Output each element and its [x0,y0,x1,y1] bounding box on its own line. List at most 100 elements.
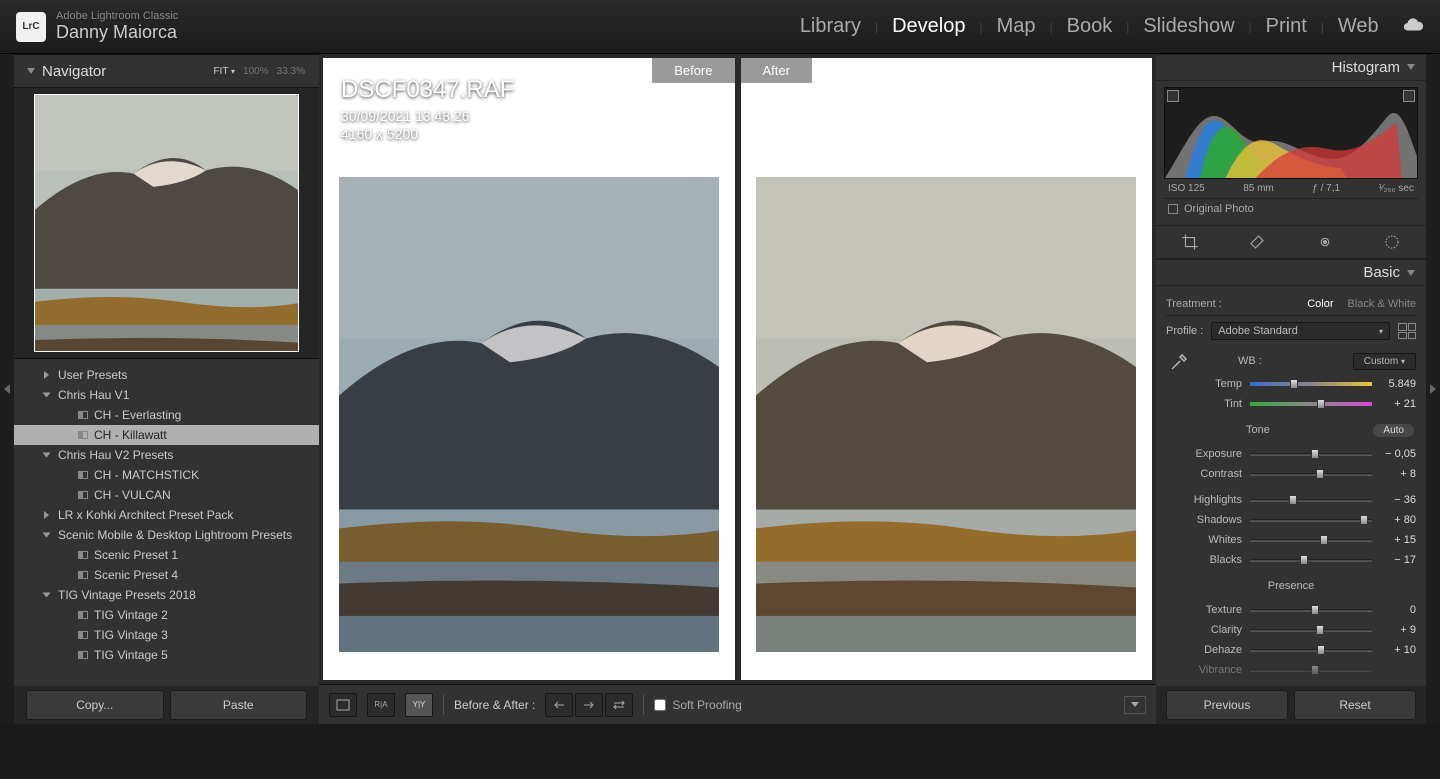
module-print[interactable]: Print [1266,15,1307,38]
module-map[interactable]: Map [997,15,1036,38]
previous-button[interactable]: Previous [1166,690,1288,720]
preset-item[interactable]: CH - MATCHSTICK [14,465,319,485]
ref-a-button[interactable]: R|A [367,693,395,717]
left-panel-buttons: Copy... Paste [14,686,319,724]
section-label: ToneAuto [1166,420,1416,440]
compare-view: Before DSCF0347.RAF 30/09/2021 13.48.26 … [319,54,1156,684]
preset-item[interactable]: TIG Vintage 3 [14,625,319,645]
overlay-date: 30/09/2021 13.48.26 [341,108,514,124]
exif-shutter: ¹⁄₂₅₀ sec [1379,183,1414,194]
profile-label: Profile : [1166,325,1203,337]
texture-slider[interactable]: Texture0 [1166,600,1416,620]
preset-group[interactable]: TIG Vintage Presets 2018 [14,585,319,605]
reset-button[interactable]: Reset [1294,690,1416,720]
zoom-333[interactable]: 33.3% [277,66,305,77]
temp-slider[interactable]: Temp5.849 [1166,374,1416,394]
navigator-header[interactable]: Navigator FIT ▾ 100% 33.3% [14,54,319,88]
vibrance-slider[interactable]: Vibrance [1166,660,1416,680]
preset-item[interactable]: TIG Vintage 5 [14,645,319,665]
auto-tone-button[interactable]: Auto [1373,424,1414,437]
whites-slider[interactable]: Whites+ 15 [1166,530,1416,550]
wb-dropdown[interactable]: Custom ▾ [1353,353,1416,370]
swap-both-button[interactable] [605,693,633,717]
photo-info-overlay: DSCF0347.RAF 30/09/2021 13.48.26 4160 x … [341,76,514,142]
right-rail-toggle[interactable] [1426,54,1440,724]
crop-tool-icon[interactable] [1181,233,1199,251]
profile-dropdown[interactable]: Adobe Standard ▾ [1211,322,1390,340]
healing-tool-icon[interactable] [1248,233,1266,251]
histogram-graph[interactable] [1164,87,1418,179]
exposure-slider[interactable]: Exposure− 0,05 [1166,444,1416,464]
cloud-sync-icon[interactable] [1402,14,1424,39]
preset-group[interactable]: LR x Kohki Architect Preset Pack [14,505,319,525]
navigator-thumb[interactable] [14,88,319,358]
module-library[interactable]: Library [800,15,861,38]
toolbar-options-dropdown[interactable] [1124,696,1146,714]
module-web[interactable]: Web [1338,15,1379,38]
before-pane[interactable]: Before DSCF0347.RAF 30/09/2021 13.48.26 … [323,58,735,680]
copy-button[interactable]: Copy... [26,690,164,720]
wb-dropper-icon[interactable] [1166,349,1194,373]
swap-right-button[interactable] [575,693,603,717]
navigator-title: Navigator [42,63,213,80]
basic-panel: Treatment : ColorBlack & White Profile :… [1156,286,1426,686]
tool-strip [1156,225,1426,259]
preset-item[interactable]: CH - VULCAN [14,485,319,505]
left-panel: Navigator FIT ▾100%33.3% User PresetsChr… [14,54,319,724]
treatment-row: Treatment : ColorBlack & White [1166,292,1416,316]
histogram: ISO 125 85 mm ƒ / 7,1 ¹⁄₂₅₀ sec Original… [1156,81,1426,225]
histogram-title: Histogram [1332,59,1400,76]
preset-group[interactable]: Chris Hau V1 [14,385,319,405]
swap-left-button[interactable] [545,693,573,717]
shadows-slider[interactable]: Shadows+ 80 [1166,510,1416,530]
treatment-color[interactable]: Color [1307,298,1333,310]
app-name: Adobe Lightroom Classic [56,10,178,22]
tint-slider[interactable]: Tint+ 21 [1166,394,1416,414]
histogram-header[interactable]: Histogram [1156,54,1426,81]
right-panel-buttons: Previous Reset [1156,686,1426,724]
blacks-slider[interactable]: Blacks− 17 [1166,550,1416,570]
preset-item[interactable]: TIG Vintage 2 [14,605,319,625]
preset-group[interactable]: Chris Hau V2 Presets [14,445,319,465]
preset-item[interactable]: CH - Everlasting [14,405,319,425]
highlight-clip-indicator[interactable] [1403,90,1415,102]
module-book[interactable]: Book [1067,15,1113,38]
zoom-FIT[interactable]: FIT ▾ [213,66,235,77]
app-title: Adobe Lightroom Classic Danny Maiorca [56,10,178,43]
before-label: Before [652,58,734,83]
contrast-slider[interactable]: Contrast+ 8 [1166,464,1416,484]
preset-group[interactable]: User Presets [14,365,319,385]
app-header: LrC Adobe Lightroom Classic Danny Maiorc… [0,0,1440,54]
preset-item[interactable]: Scenic Preset 1 [14,545,319,565]
dehaze-slider[interactable]: Dehaze+ 10 [1166,640,1416,660]
profile-row: Profile : Adobe Standard ▾ [1166,320,1416,342]
profile-browser-icon[interactable] [1398,323,1416,339]
overlay-filename: DSCF0347.RAF [341,76,514,104]
soft-proofing-toggle[interactable]: Soft Proofing [654,698,741,712]
after-pane[interactable]: After [741,58,1153,680]
basic-header[interactable]: Basic [1156,259,1426,286]
shadow-clip-indicator[interactable] [1167,90,1179,102]
wb-label: WB : [1238,355,1262,367]
preset-group[interactable]: Scenic Mobile & Desktop Lightroom Preset… [14,525,319,545]
masking-tool-icon[interactable] [1383,233,1401,251]
module-develop[interactable]: Develop [892,15,965,38]
bottom-toolbar: R|A Y|Y Before & After : Soft Proofing [319,684,1156,724]
original-photo-toggle[interactable]: Original Photo [1164,198,1418,219]
before-after-yy-button[interactable]: Y|Y [405,693,433,717]
paste-button[interactable]: Paste [170,690,308,720]
left-rail-toggle[interactable] [0,54,14,724]
preset-item[interactable]: Scenic Preset 4 [14,565,319,585]
module-slideshow[interactable]: Slideshow [1143,15,1234,38]
soft-proofing-checkbox[interactable] [654,699,666,711]
redeye-tool-icon[interactable] [1316,233,1334,251]
treatment-blackwhite[interactable]: Black & White [1348,298,1416,310]
clarity-slider[interactable]: Clarity+ 9 [1166,620,1416,640]
soft-proofing-label: Soft Proofing [672,698,741,712]
after-label: After [741,58,812,83]
navigator-zooms: FIT ▾ 100% 33.3% [213,66,305,77]
zoom-100[interactable]: 100% [243,66,269,77]
highlights-slider[interactable]: Highlights− 36 [1166,490,1416,510]
loupe-view-button[interactable] [329,693,357,717]
preset-item[interactable]: CH - Killawatt [14,425,319,445]
